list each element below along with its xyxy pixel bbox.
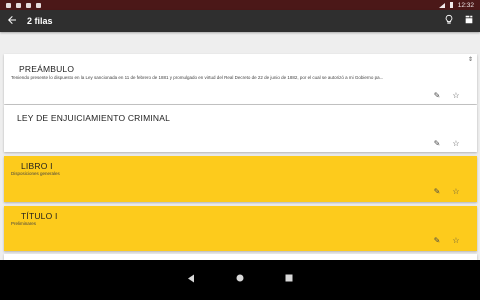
status-time: 12:32: [457, 1, 474, 9]
notification-icon: [16, 2, 21, 8]
notification-icon: [26, 2, 31, 8]
list-item-libro[interactable]: LIBRO I Disposiciones generales ✎ ☆: [4, 156, 477, 202]
card-subtitle: Preliminares: [11, 221, 37, 226]
square-recents-icon[interactable]: [283, 274, 295, 285]
list-item-preambulo[interactable]: ⇕ PREÁMBULO Teniendo presente lo dispues…: [4, 54, 477, 104]
pencil-icon[interactable]: ✎: [432, 187, 442, 197]
card-subtitle: Disposiciones generales: [11, 171, 60, 176]
notification-icons: [6, 2, 41, 8]
document-stack-icon[interactable]: [462, 14, 476, 28]
list-item-titulo[interactable]: TÍTULO I Preliminares ✎ ☆: [4, 206, 477, 251]
star-outline-icon[interactable]: ☆: [451, 91, 461, 101]
pencil-icon[interactable]: ✎: [432, 139, 442, 149]
card-heading: LIBRO I: [21, 161, 53, 171]
arrow-back-icon[interactable]: [5, 14, 19, 28]
circle-home-icon[interactable]: [234, 274, 246, 285]
card-heading: PREÁMBULO: [19, 64, 75, 74]
pencil-icon[interactable]: ✎: [432, 236, 442, 246]
battery-icon: [449, 2, 453, 8]
star-outline-icon[interactable]: ☆: [451, 139, 461, 149]
star-outline-icon[interactable]: ☆: [451, 187, 461, 197]
pencil-icon[interactable]: ✎: [432, 91, 442, 101]
system-tray: 12:32: [438, 1, 474, 9]
chevron-updown-icon[interactable]: ⇕: [468, 56, 473, 63]
list-item-ley[interactable]: LEY DE ENJUICIAMIENTO CRIMINAL ✎ ☆: [4, 105, 477, 152]
card-heading: LEY DE ENJUICIAMIENTO CRIMINAL: [17, 113, 171, 123]
lightbulb-icon[interactable]: [442, 14, 456, 28]
notification-icon: [36, 2, 41, 8]
article-list: ⇕ PREÁMBULO Teniendo presente lo dispues…: [0, 32, 480, 260]
card-subtitle: Teniendo presente lo dispuesto en la Ley…: [11, 75, 384, 80]
navigation-bar: [0, 260, 480, 300]
status-bar: 12:32: [0, 0, 480, 10]
page-title: 2 filas: [27, 16, 53, 26]
notification-icon: [6, 2, 11, 8]
card-heading: TÍTULO I: [21, 211, 58, 221]
app-bar: 2 filas: [0, 10, 480, 32]
triangle-back-icon[interactable]: [185, 274, 197, 286]
star-outline-icon[interactable]: ☆: [451, 236, 461, 246]
signal-icon: [438, 2, 445, 8]
